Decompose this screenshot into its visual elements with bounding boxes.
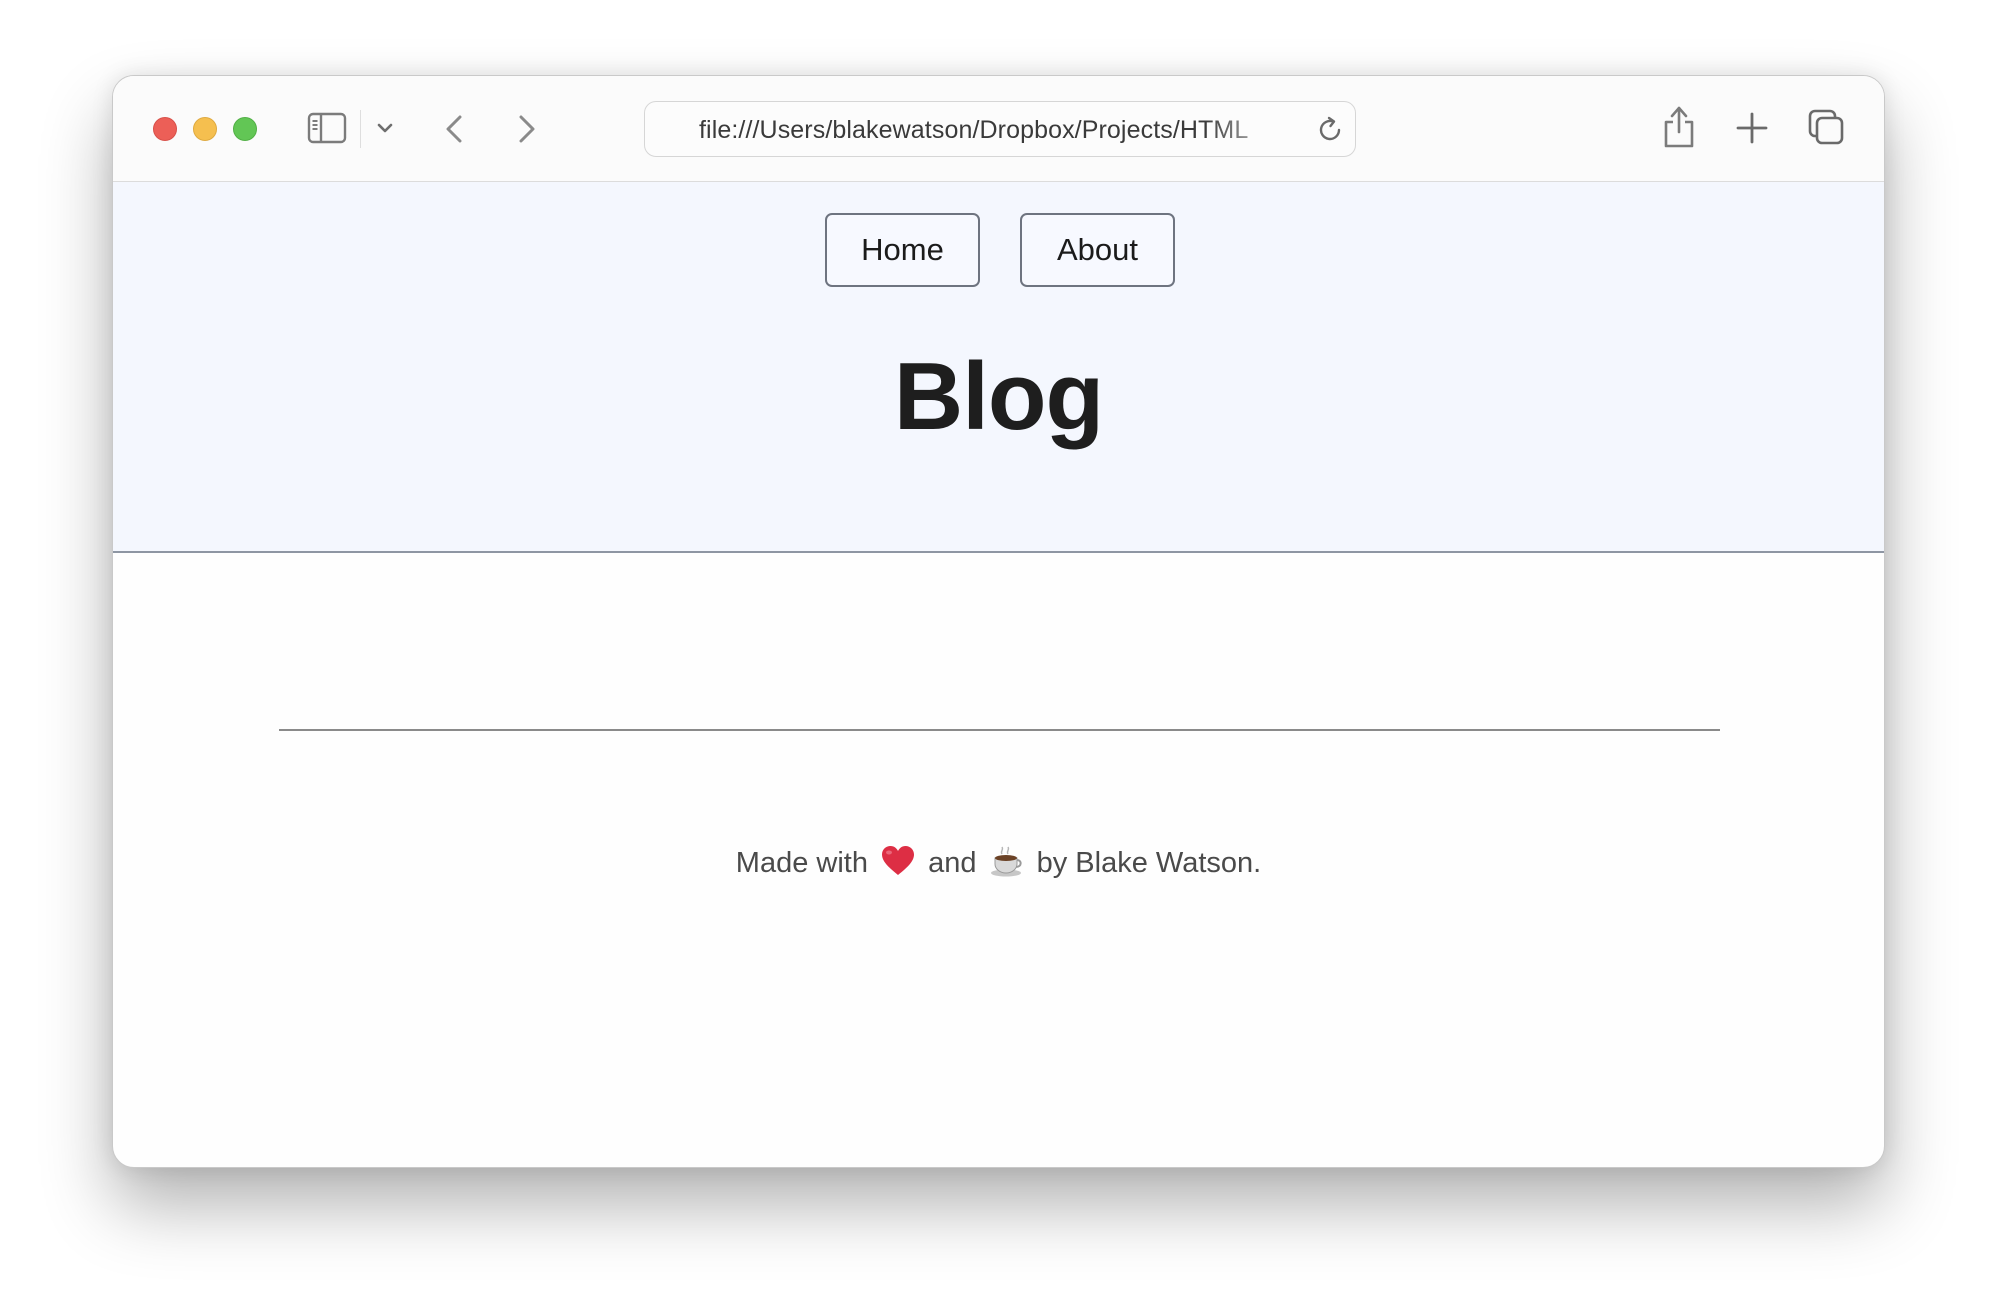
zoom-window-button[interactable] [233,117,257,141]
browser-toolbar: file:///Users/blakewatson/Dropbox/Projec… [113,76,1884,182]
divider [279,729,1720,731]
coffee-icon [990,846,1022,877]
page-header: Home About Blog [113,182,1884,553]
address-bar[interactable]: file:///Users/blakewatson/Dropbox/Projec… [644,101,1356,157]
plus-icon[interactable] [1733,109,1771,147]
footer-and: and [928,847,977,879]
toolbar-divider [360,110,361,148]
home-button[interactable]: Home [825,213,980,287]
share-icon[interactable] [1661,104,1697,150]
chevron-down-icon[interactable] [373,116,397,140]
page-title: Blog [893,343,1104,450]
footer-author: by Blake Watson. [1036,847,1262,879]
address-fade [1205,106,1315,154]
footer-made-with: Made with [735,847,868,879]
about-button[interactable]: About [1020,213,1175,287]
back-icon[interactable] [435,109,475,149]
footer: Made with and by Blake Watson. [113,844,1884,880]
close-window-button[interactable] [153,117,177,141]
forward-icon[interactable] [506,109,546,149]
reload-icon[interactable] [1315,115,1345,145]
heart-icon [882,846,915,875]
tabs-icon[interactable] [1806,107,1846,147]
sidebar-icon[interactable] [307,112,347,144]
minimize-window-button[interactable] [193,117,217,141]
browser-window: file:///Users/blakewatson/Dropbox/Projec… [112,75,1885,1168]
